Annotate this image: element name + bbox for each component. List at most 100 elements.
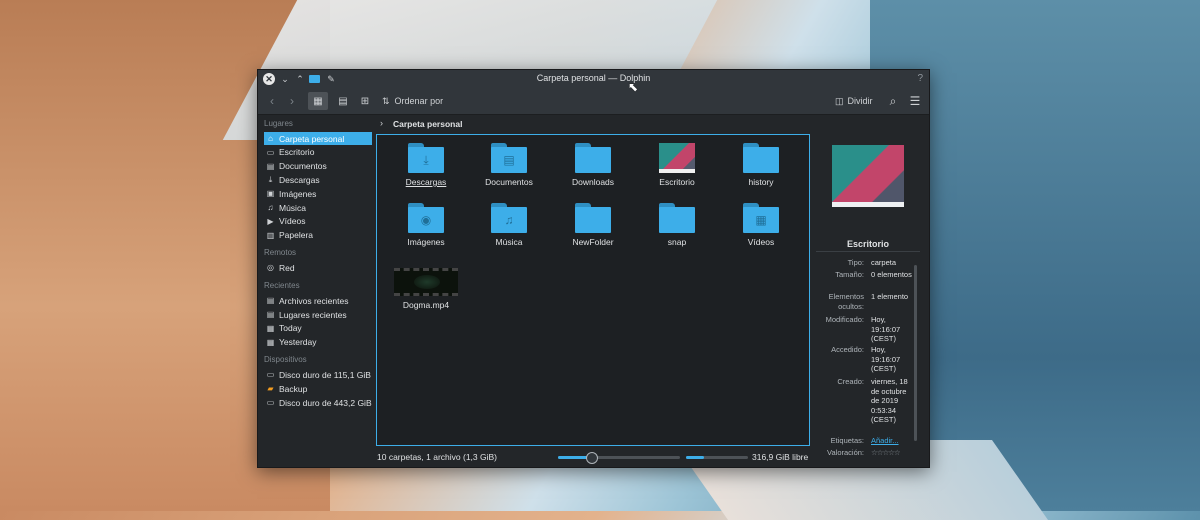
hamburger-menu-button[interactable]: ☰ (908, 92, 922, 110)
sidebar-item[interactable]: ▭ Escritorio (264, 146, 372, 159)
info-field-value: 0 elementos (871, 270, 912, 279)
icons-view-button[interactable]: ▦ (308, 92, 328, 110)
file-item[interactable]: snap (642, 203, 712, 247)
sort-button[interactable]: ⇅ Ordenar por (382, 92, 452, 110)
network-icon: ◎ (267, 263, 274, 273)
info-scrollbar[interactable] (914, 265, 917, 441)
info-field-value: 1 elemento (871, 292, 909, 301)
recent-files-icon: ▤ (266, 296, 275, 306)
folder-icon (659, 203, 695, 233)
desktop-icon: ▭ (266, 147, 275, 157)
sidebar-item-label: Disco duro de 115,1 GiB (279, 369, 371, 380)
folder-icon: ◉ (408, 203, 444, 233)
sidebar-item[interactable]: ▤ Documentos (264, 160, 372, 173)
free-space-label: 316,9 GiB libre (752, 452, 809, 462)
image-icon: ▣ (266, 189, 275, 199)
info-field-value: Hoy, 19:16:07 (CEST) (871, 315, 901, 343)
file-item[interactable]: ◉ Imágenes (391, 203, 461, 247)
chevron-right-icon[interactable]: › (380, 118, 383, 128)
sidebar-item[interactable]: ▣ Imágenes (264, 187, 372, 200)
add-tags-link[interactable]: Añadir... (871, 436, 915, 446)
trash-icon: ▥ (266, 230, 275, 240)
split-icon: ◫ (835, 95, 844, 106)
sidebar-item[interactable]: ▦ Yesterday (264, 336, 372, 349)
sort-label: Ordenar por (394, 96, 444, 106)
folder-icon: ▦ (743, 203, 779, 233)
info-item-name: Escritorio (846, 239, 889, 249)
search-icon: ⌕ (889, 93, 897, 108)
sidebar-item[interactable]: ▦ Today (264, 322, 372, 335)
file-name: Downloads (571, 177, 615, 187)
file-view[interactable]: ⤓ Descargas ▤ Documentos Downloads Escritorio… (376, 134, 810, 446)
sidebar-item[interactable]: ⤓ Descargas (264, 173, 372, 186)
info-field-key: Creado: (837, 377, 864, 386)
sidebar-item[interactable]: ⌂ Carpeta personal (264, 132, 372, 145)
sidebar-item-label: Documentos (279, 161, 327, 172)
file-item[interactable]: history (726, 143, 796, 187)
dolphin-window: ✕ ⌄ ⌃ ✎ Carpeta personal — Dolphin ? ‹ ›… (257, 69, 930, 468)
compact-view-button[interactable]: ▤ (334, 92, 352, 110)
window-title: Carpeta personal — Dolphin (536, 73, 651, 83)
file-item[interactable]: Downloads (558, 143, 628, 187)
sidebar-item[interactable]: ▤ Lugares recientes (264, 308, 372, 321)
sidebar-item-label: Disco duro de 443,2 GiB (279, 397, 372, 408)
sidebar-item-label: Imágenes (279, 188, 317, 199)
sidebar-item[interactable]: ▰ Backup (264, 382, 372, 395)
sidebar-item-label: Carpeta personal (279, 133, 345, 144)
thumbnail-taskbar (832, 202, 904, 207)
desktop-thumbnail (659, 143, 695, 173)
file-item[interactable]: ⤓ Descargas (391, 143, 461, 187)
info-field-key: Tamaño: (835, 270, 864, 279)
info-field-value: carpeta (871, 258, 897, 267)
split-button[interactable]: ◫ Dividir (835, 92, 877, 110)
sidebar-item[interactable]: ▶ Vídeos (264, 215, 372, 228)
file-item[interactable]: ▤ Documentos (474, 143, 544, 187)
forward-button[interactable]: › (284, 92, 300, 110)
details-view-button[interactable]: ⊞ (356, 92, 374, 110)
folder-icon: ♫ (491, 203, 527, 233)
forward-arrow-icon: › (290, 94, 294, 108)
sidebar-section-heading: Remotos (264, 248, 297, 258)
drive-icon: ▭ (266, 370, 275, 380)
zoom-slider[interactable] (558, 452, 680, 464)
sidebar-item[interactable]: ▥ Papelera (264, 229, 372, 242)
info-field-value: viernes, 18 de octubre de 2019 0:53:34 (… (871, 377, 908, 424)
file-name: snap (667, 237, 687, 247)
status-summary: 10 carpetas, 1 archivo (1,3 GiB) (377, 452, 498, 462)
breadcrumb-current[interactable]: Carpeta personal (393, 119, 462, 129)
download-icon: ⤓ (423, 153, 429, 167)
file-name: NewFolder (572, 237, 614, 247)
divider (816, 251, 920, 252)
sidebar-item[interactable]: ▭ Disco duro de 443,2 GiB (264, 396, 372, 409)
sidebar-item[interactable]: ▤ Archivos recientes (264, 294, 372, 307)
status-bar: 10 carpetas, 1 archivo (1,3 GiB) 316,9 G… (258, 448, 929, 466)
file-item[interactable]: NewFolder (558, 203, 628, 247)
file-item[interactable]: Dogma.mp4 (391, 268, 461, 310)
info-field-key: Accedido: (831, 345, 864, 354)
sidebar-item-label: Lugares recientes (279, 309, 347, 320)
file-name: Dogma.mp4 (402, 300, 450, 310)
file-item[interactable]: ▦ Vídeos (726, 203, 796, 247)
grid-icon: ▦ (313, 95, 323, 107)
file-item[interactable]: Escritorio (642, 143, 712, 187)
calendar-icon: ▦ (266, 337, 275, 347)
sidebar-section-heading: Lugares (264, 119, 293, 128)
compact-list-icon: ▤ (338, 95, 348, 107)
search-button[interactable]: ⌕ (886, 92, 900, 110)
music-icon: ♫ (267, 203, 274, 212)
file-name: Música (495, 237, 523, 247)
file-name: history (748, 177, 774, 187)
help-icon[interactable]: ? (917, 73, 923, 84)
zoom-slider-handle[interactable] (585, 452, 598, 464)
file-item[interactable]: ♫ Música (474, 203, 544, 247)
sidebar-item[interactable]: ▭ Disco duro de 115,1 GiB (264, 368, 372, 381)
toolbar: ‹ › ▦ ▤ ⊞ ⇅ Ordenar por ◫ Dividir ⌕ ☰ (258, 88, 929, 115)
sidebar-item[interactable]: ◎ Red (264, 261, 372, 274)
menu-icon: ☰ (909, 94, 921, 108)
sidebar-item[interactable]: ♫ Música (264, 201, 372, 214)
back-button[interactable]: ‹ (264, 92, 280, 110)
sidebar-item-label: Today (279, 323, 302, 334)
free-space-bar (686, 456, 748, 459)
file-name: Escritorio (659, 177, 695, 187)
mouse-cursor-icon: ⬉ (628, 80, 639, 94)
